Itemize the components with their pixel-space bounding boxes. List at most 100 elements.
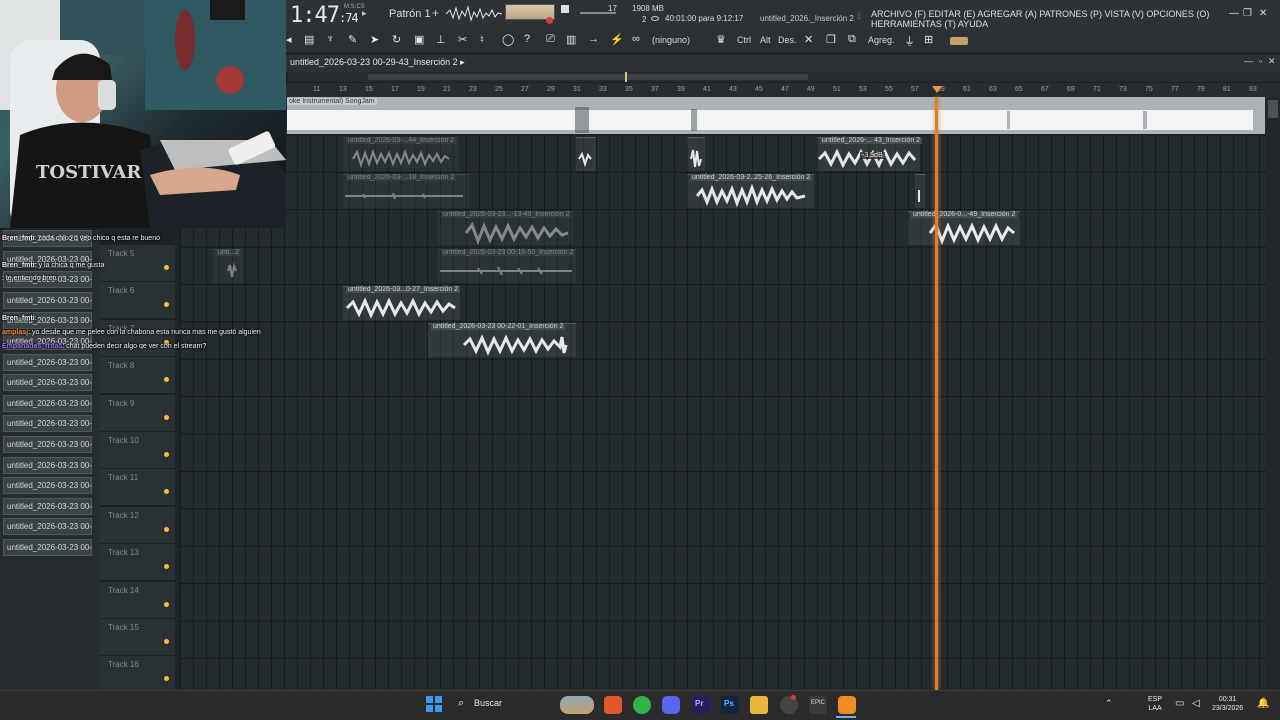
slice-tool-icon[interactable]: ⊥: [436, 33, 446, 46]
language-indicator[interactable]: ESP LAA: [1148, 695, 1162, 713]
alt-button[interactable]: Alt: [760, 35, 771, 45]
audio-clip[interactable]: untitled_2026-03-...18_Inserción 2: [343, 174, 469, 208]
widgets-icon[interactable]: [560, 696, 594, 714]
track-header[interactable]: Track 16: [100, 656, 178, 694]
add-button[interactable]: Agreg.: [868, 35, 895, 45]
pattern-selector[interactable]: Patrón 1: [389, 8, 431, 20]
clip-list-item[interactable]: untitled_2026-03-23 00-: [3, 539, 92, 556]
clip-list-item[interactable]: untitled_2026-03-23 00-: [3, 436, 92, 453]
network-icon[interactable]: ▭: [1175, 699, 1184, 709]
magnet-icon[interactable]: ♆: [326, 33, 334, 45]
audio-clip[interactable]: untitled_2026-03-23 00-22-01_Inserción 2: [428, 323, 576, 357]
discord-icon[interactable]: [662, 696, 680, 714]
clip-list-item[interactable]: untitled_2026-03-23 00-: [3, 456, 92, 474]
delete-icon[interactable]: ✕: [804, 33, 813, 46]
clip-list-item[interactable]: untitled_2026-03-23 00-: [3, 497, 92, 515]
paste-icon[interactable]: ⧉: [848, 33, 856, 46]
clip-list-item[interactable]: untitled_2026-03-23 00-: [3, 374, 92, 392]
audio-clip-small[interactable]: unti...2: [213, 249, 243, 283]
add-pattern-button[interactable]: +: [432, 6, 439, 20]
track-mute-indicator[interactable]: [164, 265, 169, 270]
audio-clip-small[interactable]: [915, 174, 925, 208]
track-mute-indicator[interactable]: [164, 489, 169, 495]
audio-clip[interactable]: untitled_2026-03-23 00-16-50_Inserción 2: [438, 249, 576, 283]
playhead[interactable]: [935, 97, 938, 690]
photoshop-icon[interactable]: Ps: [721, 696, 739, 714]
chat-icon[interactable]: ◯: [502, 33, 514, 46]
paint-tool-icon[interactable]: ➤: [370, 33, 379, 46]
song-audio-clip[interactable]: oke Instrumental) SongJam: [287, 97, 1265, 134]
clip-list-item[interactable]: untitled_2026-03-23 00-: [3, 353, 92, 371]
premiere-icon[interactable]: Pr: [692, 696, 710, 714]
track-header[interactable]: Track 14: [100, 581, 178, 619]
tuner-icon[interactable]: ⏚: [904, 33, 915, 49]
track-mute-indicator[interactable]: [164, 452, 169, 457]
track-header[interactable]: Track 12: [100, 506, 178, 544]
epic-games-icon[interactable]: EPIC: [809, 696, 827, 714]
track-mute-indicator[interactable]: [164, 676, 169, 682]
restore-icon[interactable]: ❐: [1243, 8, 1252, 19]
link-icon[interactable]: ∞: [632, 33, 640, 45]
snap-selector[interactable]: (ninguno): [652, 35, 690, 45]
draw-tool-icon[interactable]: ✎: [348, 33, 357, 46]
track-header[interactable]: Track 15: [100, 619, 178, 656]
audio-clip-small[interactable]: [576, 137, 596, 171]
vertical-scrollbar[interactable]: [1266, 97, 1280, 690]
track-header[interactable]: Track 8: [100, 357, 178, 395]
track-mute-indicator[interactable]: [164, 526, 169, 532]
clip-list-item[interactable]: untitled_2026-03-23 00-: [3, 291, 92, 309]
audio-clip[interactable]: untitled_2026-03...0-27_Inserción 2: [343, 286, 461, 320]
scroll-thumb[interactable]: [368, 74, 808, 80]
audio-clip[interactable]: untitled_2026-... 43_Inserción 2 -3.5dB: [817, 137, 923, 171]
browser-icon[interactable]: ⎚: [546, 33, 555, 46]
cart-icon[interactable]: ⊞: [924, 33, 933, 46]
next-icon[interactable]: →: [588, 33, 599, 45]
minimize-icon[interactable]: —: [1229, 8, 1239, 19]
track-header[interactable]: Track 10: [100, 432, 178, 469]
track-header[interactable]: Track 11: [100, 469, 178, 507]
timeline-ruler[interactable]: 11 13 15 17 19 21 23 25 27 29 31 33 35 37 39 41 43 45 47 49…: [286, 83, 1280, 97]
clip-list-item[interactable]: untitled_2026-03-23 00-: [3, 415, 92, 433]
mic-icon[interactable]: ♮: [480, 33, 484, 46]
playlist-close-icon[interactable]: ✕: [1268, 56, 1276, 67]
windows-start-icon[interactable]: [426, 696, 442, 712]
audio-clip[interactable]: untitled_2026-03-23...-13-49_Inserción 2: [438, 211, 573, 245]
close-icon[interactable]: ✕: [1259, 8, 1267, 19]
volume-icon[interactable]: ◁: [1192, 699, 1200, 709]
clip-list-item[interactable]: untitled_2026-03-23 00-: [3, 394, 92, 412]
track-header[interactable]: Track 5: [100, 245, 178, 282]
record-icon[interactable]: [561, 5, 569, 13]
piano-roll-icon[interactable]: ▥: [566, 33, 576, 46]
arrow-icon[interactable]: ◂: [286, 33, 292, 46]
help-icon[interactable]: ?: [524, 33, 530, 45]
clip-list-item[interactable]: untitled_2026-03-23 00-: [3, 477, 92, 495]
save-icon[interactable]: ▣: [414, 33, 424, 46]
pattern-arrow-icon[interactable]: ▸: [362, 8, 367, 19]
fl-studio-icon[interactable]: [838, 696, 856, 714]
track-mute-indicator[interactable]: [164, 414, 169, 420]
audio-clip-small[interactable]: [687, 137, 705, 171]
track-header[interactable]: Track 13: [100, 544, 178, 582]
whatsapp-icon[interactable]: [633, 696, 651, 714]
track-mute-indicator[interactable]: [164, 564, 169, 570]
track-mute-indicator[interactable]: [164, 377, 169, 383]
audio-clip[interactable]: untitled_2026-0...-49_Inserción 2: [908, 211, 1020, 245]
clip-list-scrollbar[interactable]: [175, 230, 180, 690]
playlist-maximize-icon[interactable]: ▫: [1259, 56, 1262, 66]
undo-button[interactable]: Des.: [778, 35, 797, 45]
track-mute-indicator[interactable]: [164, 601, 169, 607]
color-tag-icon[interactable]: [950, 37, 968, 45]
taskbar-search[interactable]: ⌕ Buscar: [452, 693, 552, 715]
track-header[interactable]: Track 6: [100, 282, 178, 320]
audio-clip[interactable]: untitled_2026-03-...44_Inserción 2: [343, 137, 458, 171]
ctrl-button[interactable]: Ctrl: [737, 35, 751, 45]
notification-icon[interactable]: 🔔: [1257, 699, 1269, 709]
file-explorer-icon[interactable]: [750, 696, 768, 714]
track-header[interactable]: Track 9: [100, 394, 178, 432]
system-clock[interactable]: 00:31 23/3/2026: [1212, 695, 1243, 713]
track-mute-indicator[interactable]: [164, 639, 169, 644]
playhead-marker-icon[interactable]: [932, 86, 942, 93]
track-header[interactable]: Track 7: [100, 319, 178, 357]
loop-icon[interactable]: ↻: [392, 33, 401, 46]
brave-browser-icon[interactable]: [604, 696, 622, 714]
